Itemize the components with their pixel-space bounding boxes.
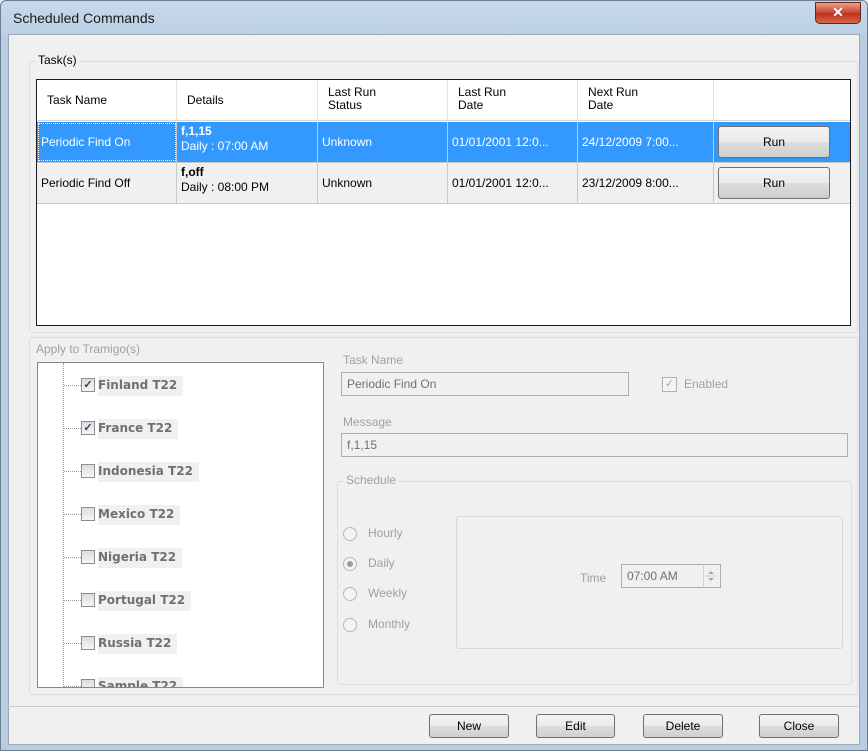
window-close-icon[interactable]: ✕ (815, 2, 861, 24)
radio-hourly[interactable] (343, 527, 357, 541)
column-header-label: Next Run Date (588, 85, 639, 112)
tree-item-mexico[interactable]: Mexico T22 (38, 504, 238, 525)
tree-checkbox[interactable]: ✓ (81, 421, 95, 435)
schedule-group-label: Schedule (344, 473, 399, 487)
tree-item-label: Portugal T22 (98, 591, 192, 611)
column-header-last-run-date[interactable]: Last Run Date (448, 80, 578, 120)
tree-item-sample[interactable]: Sample T22 (38, 676, 238, 687)
details-schedule: Daily : 08:00 PM (181, 180, 270, 194)
radio-daily[interactable] (343, 557, 357, 571)
radio-label: Weekly (368, 586, 408, 600)
tramigo-tree[interactable]: ✓ Finland T22 ✓ France T22 Indonesia T22… (37, 362, 324, 688)
details-cell[interactable]: f,1,15 Daily : 07:00 AM (177, 122, 318, 162)
message-label: Message (343, 415, 392, 429)
radio-weekly[interactable] (343, 587, 357, 601)
tasks-group-label: Task(s) (36, 53, 79, 67)
grid-header: Task Name Details Last Run Status Last R… (37, 80, 850, 121)
radio-label: Daily (368, 556, 395, 570)
tree-item-indonesia[interactable]: Indonesia T22 (38, 461, 238, 482)
task-name-label: Task Name (343, 353, 404, 367)
tree-item-label: Finland T22 (98, 376, 184, 396)
column-header-label: Last Run Status (328, 85, 377, 112)
tree-item-russia[interactable]: Russia T22 (38, 633, 238, 654)
time-spinner[interactable] (703, 566, 718, 586)
radio-label: Hourly (368, 526, 403, 540)
tree-checkbox[interactable] (81, 464, 95, 478)
radio-monthly[interactable] (343, 618, 357, 632)
tree-item-nigeria[interactable]: Nigeria T22 (38, 547, 238, 568)
last-run-cell[interactable]: 01/01/2001 12:0... (448, 122, 578, 162)
column-header-action (714, 80, 850, 120)
tree-item-label: Indonesia T22 (98, 462, 199, 482)
last-run-cell[interactable]: 01/01/2001 12:0... (448, 163, 578, 203)
tree-checkbox[interactable] (81, 636, 95, 650)
tree-item-label: Mexico T22 (98, 505, 181, 525)
tree-checkbox[interactable]: ✓ (81, 378, 95, 392)
tree-item-france[interactable]: ✓ France T22 (38, 418, 238, 439)
next-run-cell[interactable]: 24/12/2009 7:00... (578, 122, 714, 162)
time-label: Time (580, 571, 607, 585)
status-cell[interactable]: Unknown (318, 122, 448, 162)
tree-item-label: Russia T22 (98, 634, 178, 654)
tasks-grid[interactable]: Task Name Details Last Run Status Last R… (36, 79, 851, 326)
run-button[interactable]: Run (718, 167, 830, 199)
radio-label: Monthly (368, 617, 411, 631)
table-row[interactable]: Periodic Find Off f,off Daily : 08:00 PM… (37, 163, 850, 204)
column-header-label: Last Run Date (458, 85, 507, 112)
tree-checkbox[interactable] (81, 679, 95, 687)
task-name-field[interactable]: Periodic Find On (341, 372, 629, 396)
column-header-label: Details (187, 93, 224, 107)
column-header-task-name[interactable]: Task Name (37, 80, 177, 120)
details-command: f,1,15 (181, 124, 212, 138)
column-header-details[interactable]: Details (177, 80, 318, 120)
message-field[interactable]: f,1,15 (341, 433, 848, 457)
time-value: 07:00 AM (627, 569, 678, 583)
task-name-cell[interactable]: Periodic Find On (37, 122, 177, 162)
tree-item-label: Nigeria T22 (98, 548, 183, 568)
tree-checkbox[interactable] (81, 593, 95, 607)
edit-button[interactable]: Edit (536, 714, 615, 738)
delete-button[interactable]: Delete (643, 714, 723, 738)
enabled-label: Enabled (684, 377, 729, 391)
apply-to-label: Apply to Tramigo(s) (36, 342, 141, 356)
new-button[interactable]: New (429, 714, 509, 738)
window-title: Scheduled Commands (13, 10, 155, 26)
enabled-checkbox[interactable]: ✓ (662, 377, 677, 392)
details-cell[interactable]: f,off Daily : 08:00 PM (177, 163, 318, 203)
close-button[interactable]: Close (759, 714, 839, 738)
tree-item-label: France T22 (98, 419, 179, 439)
tree-checkbox[interactable] (81, 507, 95, 521)
action-cell: Run (714, 163, 850, 203)
status-cell[interactable]: Unknown (318, 163, 448, 203)
next-run-cell[interactable]: 23/12/2009 8:00... (578, 163, 714, 203)
tree-checkbox[interactable] (81, 550, 95, 564)
tree-item-portugal[interactable]: Portugal T22 (38, 590, 238, 611)
footer-divider (8, 706, 858, 707)
run-button[interactable]: Run (718, 126, 830, 158)
action-cell: Run (714, 122, 850, 162)
task-name-cell[interactable]: Periodic Find Off (37, 163, 177, 203)
column-header-label: Task Name (47, 93, 108, 107)
column-header-next-run-date[interactable]: Next Run Date (578, 80, 714, 120)
tree-item-label: Sample T22 (98, 677, 184, 687)
table-row[interactable]: Periodic Find On f,1,15 Daily : 07:00 AM… (37, 122, 850, 163)
title-bar[interactable]: Scheduled Commands ✕ (1, 1, 867, 35)
details-schedule: Daily : 07:00 AM (181, 139, 269, 153)
column-header-last-run-status[interactable]: Last Run Status (318, 80, 448, 120)
spinner-arrows-icon (705, 571, 717, 581)
details-command: f,off (181, 165, 204, 179)
tree-item-finland[interactable]: ✓ Finland T22 (38, 375, 238, 396)
